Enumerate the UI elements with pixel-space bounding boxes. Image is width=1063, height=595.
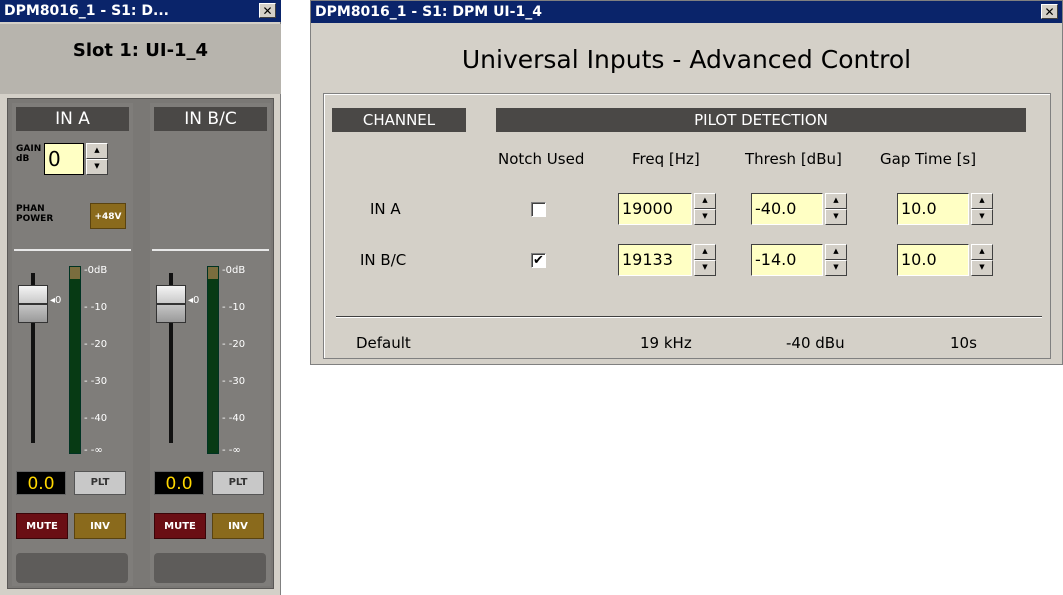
default-gap: 10s [950,334,977,352]
peak-indicator [208,267,218,279]
spin-down-icon[interactable]: ▼ [86,159,108,175]
spin-down-icon[interactable]: ▼ [971,260,993,276]
divider [14,249,131,251]
notch-checkbox-in-bc[interactable]: ✔ [531,253,546,268]
peak-indicator [70,267,80,279]
fader-zero-mark: ◂0 [50,295,62,306]
advanced-control-window: DPM8016_1 - S1: DPM UI-1_4 ✕ Universal I… [310,0,1063,365]
invert-button[interactable]: INV [74,513,126,539]
fader-knob[interactable] [18,285,48,323]
spin-down-icon[interactable]: ▼ [694,209,716,225]
mute-button[interactable]: MUTE [154,513,206,539]
column-header-notch: Notch Used [498,150,585,168]
gap-spinner-in-bc[interactable]: ▲ ▼ [971,244,993,276]
column-header-freq: Freq [Hz] [632,150,700,168]
meter-scale: -0dB - -10 - -20 - -30 - -40 - -∞ [222,266,267,456]
spin-down-icon[interactable]: ▼ [825,209,847,225]
spin-up-icon[interactable]: ▲ [825,193,847,209]
scale-tick: - -∞ [84,445,103,456]
spin-up-icon[interactable]: ▲ [694,244,716,260]
level-readout: 0.0 [16,471,66,495]
channel-name: IN B/C [154,107,267,131]
scale-tick: - -30 [84,376,108,387]
close-button[interactable]: ✕ [1041,4,1058,19]
scale-tick: - -30 [222,376,246,387]
phantom-power-button[interactable]: +48V [90,203,126,229]
default-thresh: -40 dBu [786,334,845,352]
gap-input-in-a[interactable]: 10.0 [897,193,969,225]
window-title-bar[interactable]: DPM8016_1 - S1: D... [0,0,281,22]
scale-tick: - -10 [222,302,246,313]
fader-knob[interactable] [156,285,186,323]
scale-tick: - -20 [84,339,108,350]
gain-input[interactable]: 0 [44,143,84,175]
default-freq: 19 kHz [640,334,692,352]
channel-strip-in-a: IN A GAIN dB 0 ▲ ▼ PHAN POWER +48V ◂0 -0dB… [12,103,133,586]
scale-tick: - -40 [222,413,246,424]
fader-zero-mark: ◂0 [188,295,200,306]
freq-spinner-in-a[interactable]: ▲ ▼ [694,193,716,225]
plt-button[interactable]: PLT [74,471,126,495]
channel-strip-in-bc: IN B/C ◂0 -0dB - -10 - -20 - -30 - -40 -… [150,103,271,586]
channel-name: IN A [16,107,129,131]
thresh-spinner-in-bc[interactable]: ▲ ▼ [825,244,847,276]
spin-up-icon[interactable]: ▲ [825,244,847,260]
channel-label-area [16,553,128,583]
freq-input-in-bc[interactable]: 19133 [618,244,692,276]
default-label: Default [356,334,411,352]
pilot-detection-header: PILOT DETECTION [496,108,1026,132]
separator-line [336,316,1042,318]
window-title: DPM8016_1 - S1: DPM UI-1_4 [315,4,542,20]
spin-up-icon[interactable]: ▲ [86,143,108,159]
gap-spinner-in-a[interactable]: ▲ ▼ [971,193,993,225]
gain-label: GAIN dB [16,144,42,164]
freq-input-in-a[interactable]: 19000 [618,193,692,225]
scale-tick: - -10 [84,302,108,313]
thresh-input-in-bc[interactable]: -14.0 [751,244,823,276]
spin-down-icon[interactable]: ▼ [694,260,716,276]
scale-tick: -0dB [222,265,246,276]
gain-spinner[interactable]: ▲ ▼ [86,143,108,175]
phantom-power-label: PHAN POWER [16,204,54,224]
spin-down-icon[interactable]: ▼ [825,260,847,276]
window-title: DPM8016_1 - S1: D... [4,3,169,19]
level-meter [207,266,219,454]
spin-up-icon[interactable]: ▲ [694,193,716,209]
notch-checkbox-in-a[interactable] [531,202,546,217]
page-title: Universal Inputs - Advanced Control [461,45,912,74]
slot-title: Slot 1: UI-1_4 [0,24,281,94]
column-header-gap: Gap Time [s] [880,150,977,168]
scale-tick: - -40 [84,413,108,424]
meter-scale: -0dB - -10 - -20 - -30 - -40 - -∞ [84,266,129,456]
row-label-in-bc: IN B/C [360,251,407,269]
channel-header: CHANNEL [332,108,466,132]
row-label-in-a: IN A [370,200,401,218]
thresh-spinner-in-a[interactable]: ▲ ▼ [825,193,847,225]
spin-up-icon[interactable]: ▲ [971,244,993,260]
invert-button[interactable]: INV [212,513,264,539]
level-readout: 0.0 [154,471,204,495]
mute-button[interactable]: MUTE [16,513,68,539]
scale-tick: - -∞ [222,445,241,456]
column-header-thresh: Thresh [dBu] [745,150,842,168]
channel-strip-window: DPM8016_1 - S1: D... ✕ Slot 1: UI-1_4 IN… [0,0,281,595]
gap-input-in-bc[interactable]: 10.0 [897,244,969,276]
spin-up-icon[interactable]: ▲ [971,193,993,209]
window-title-bar[interactable]: DPM8016_1 - S1: DPM UI-1_4 [311,1,1062,23]
divider [152,249,269,251]
scale-tick: - -20 [222,339,246,350]
close-button[interactable]: ✕ [259,3,276,18]
settings-group [323,93,1051,359]
plt-button[interactable]: PLT [212,471,264,495]
freq-spinner-in-bc[interactable]: ▲ ▼ [694,244,716,276]
channel-label-area [154,553,266,583]
scale-tick: -0dB [84,265,108,276]
spin-down-icon[interactable]: ▼ [971,209,993,225]
channel-strips: IN A GAIN dB 0 ▲ ▼ PHAN POWER +48V ◂0 -0dB… [7,98,274,589]
level-meter [69,266,81,454]
thresh-input-in-a[interactable]: -40.0 [751,193,823,225]
